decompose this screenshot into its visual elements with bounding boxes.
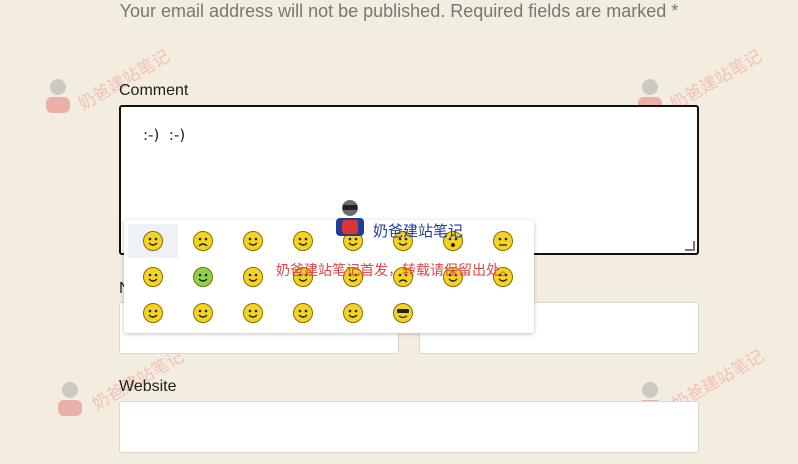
neutral-icon [493,231,513,251]
crazy-icon [293,303,313,323]
smiley-option[interactable] [178,224,228,258]
smiley-option[interactable] [278,224,328,258]
comment-text: :-) :-) [143,126,186,144]
email-notice: Your email address will not be published… [119,1,679,21]
resize-handle-icon[interactable] [685,241,695,251]
wave-icon [243,267,263,287]
hammer-icon [193,303,213,323]
overlay-note: 奶爸建站笔记首发，转载请保留出处。 [276,263,514,279]
smiley-option[interactable] [228,224,278,258]
sick-icon [193,267,213,287]
watermark-text: 奶爸建站笔记 [75,46,174,115]
smiley-option[interactable] [128,296,178,330]
smiley-option[interactable] [178,296,228,330]
smiley-option[interactable] [378,296,428,330]
smiley-option[interactable] [128,224,178,258]
smile-icon [143,231,163,251]
salute-icon [243,303,263,323]
smiley-option[interactable] [178,260,228,294]
comment-label: Comment [119,82,189,99]
smiley-option[interactable] [228,296,278,330]
smiley-option[interactable] [278,296,328,330]
overlay-title: 奶爸建站笔记 [373,222,464,240]
think-icon [143,303,163,323]
smiley-option[interactable] [128,260,178,294]
frown-icon [193,231,213,251]
watermark-logo-icon [58,382,82,416]
tongue-icon [293,231,313,251]
happy-icon [343,303,363,323]
smiley-option[interactable] [328,296,378,330]
watermark-logo-icon [46,79,70,113]
author-avatar-icon [336,200,364,236]
cool-icon [393,303,413,323]
watermark-text: 奶爸建站笔记 [667,46,766,115]
grin-icon [243,231,263,251]
website-input[interactable] [119,401,699,453]
website-label: Website [119,378,177,395]
sleepy-icon [143,267,163,287]
smiley-option[interactable] [228,260,278,294]
smiley-option[interactable] [478,224,528,258]
